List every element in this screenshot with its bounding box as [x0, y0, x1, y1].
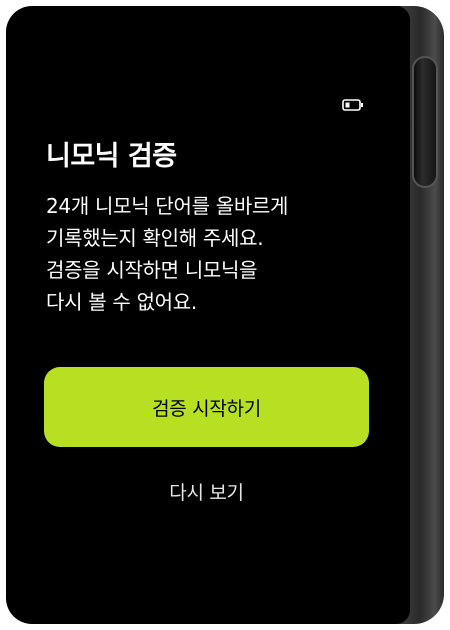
device-screen: 니모닉 검증 24개 니모닉 단어를 올바르게 기록했는지 확인해 주세요. 검… — [6, 6, 410, 624]
description-line: 다시 볼 수 없어요. — [46, 290, 197, 314]
description-line: 기록했는지 확인해 주세요. — [46, 226, 264, 250]
battery-low-icon — [342, 99, 363, 111]
view-again-button[interactable]: 다시 보기 — [44, 468, 369, 514]
description-line: 24개 니모닉 단어를 올바르게 — [46, 194, 289, 218]
side-button[interactable] — [412, 56, 438, 188]
start-verification-button[interactable]: 검증 시작하기 — [44, 367, 369, 447]
description-text: 24개 니모닉 단어를 올바르게 기록했는지 확인해 주세요. 검증을 시작하면… — [46, 190, 376, 318]
description-line: 검증을 시작하면 니모닉을 — [46, 258, 258, 282]
hardware-wallet-device: 니모닉 검증 24개 니모닉 단어를 올바르게 기록했는지 확인해 주세요. 검… — [0, 0, 450, 630]
page-title: 니모닉 검증 — [46, 141, 177, 172]
